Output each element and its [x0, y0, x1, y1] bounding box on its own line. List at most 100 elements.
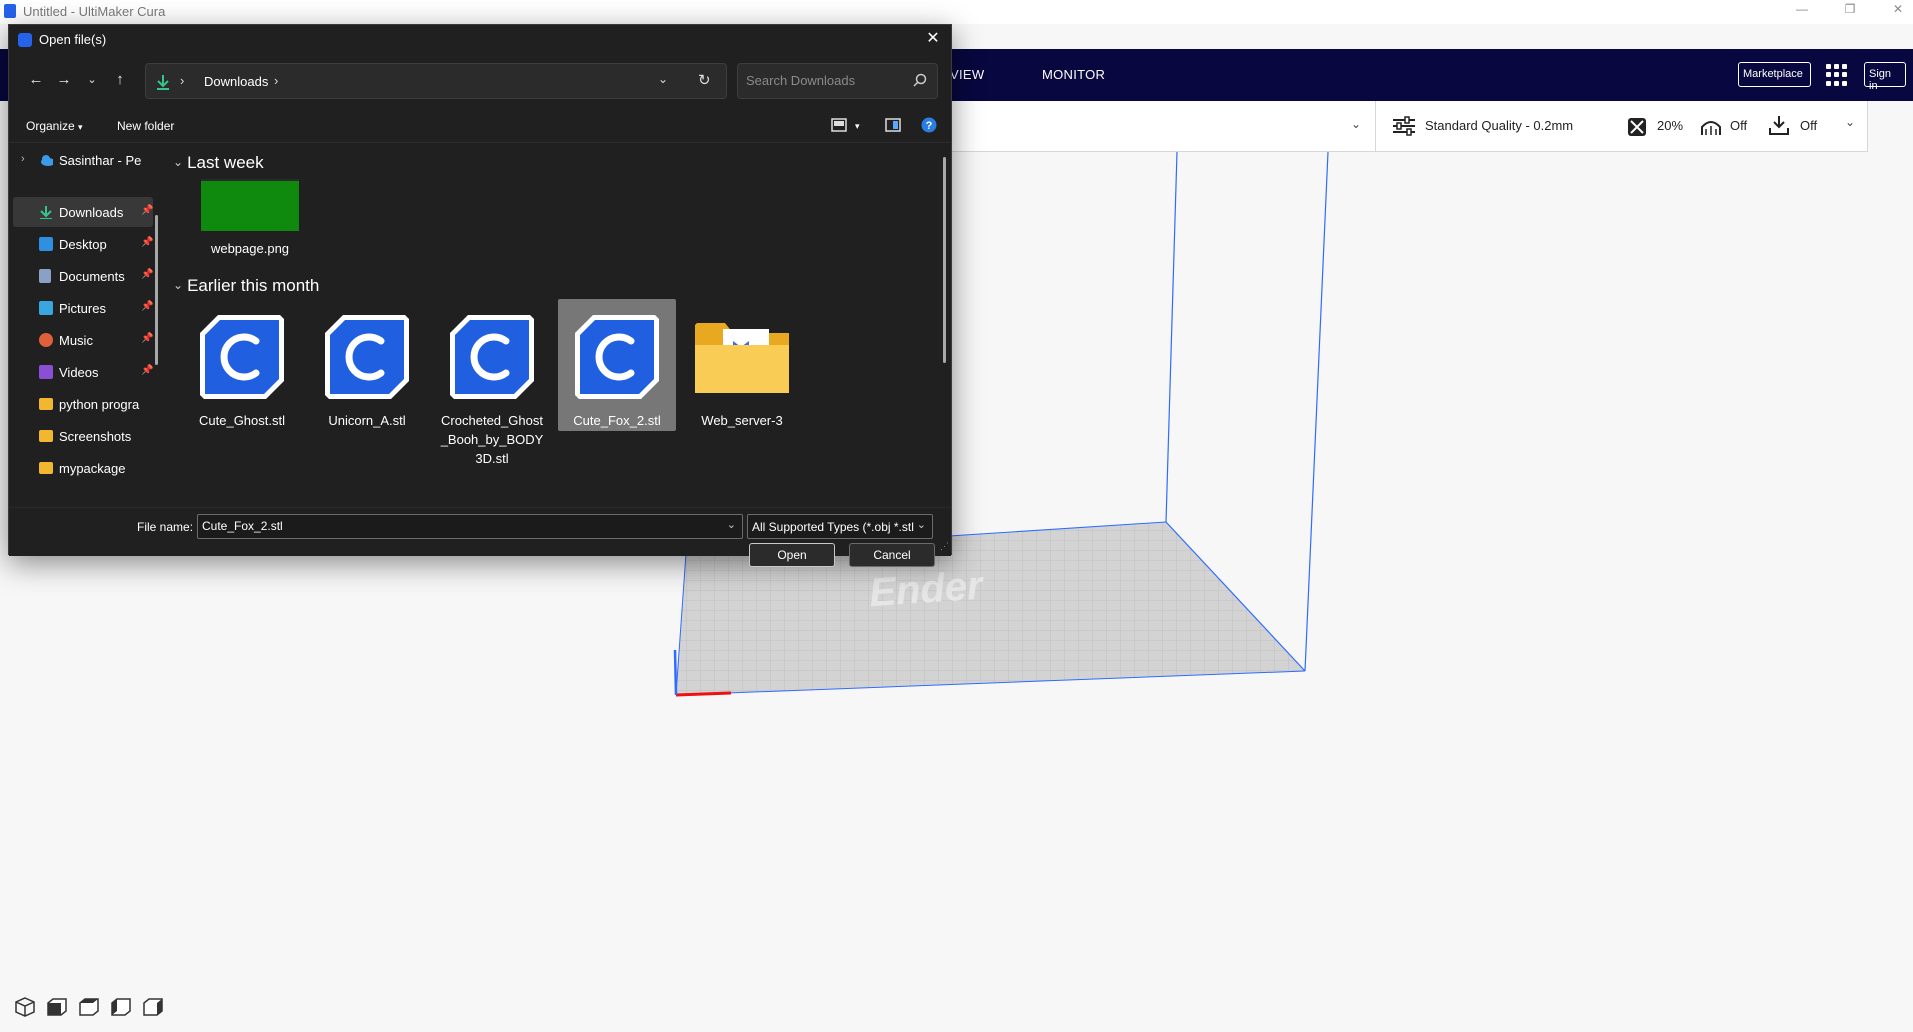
recent-locations-chevron-icon[interactable]: ⌄: [81, 69, 103, 91]
desktop-icon: [39, 237, 53, 251]
open-file-dialog: Open file(s) ✕ ← → ⌄ ↑ › Downloads › ⌄ ↻…: [8, 24, 952, 567]
pin-icon[interactable]: 📌: [141, 269, 153, 280]
profile-label[interactable]: Standard Quality - 0.2mm: [1425, 118, 1573, 133]
pin-icon[interactable]: 📌: [141, 301, 153, 312]
printer-dropdown-chevron-icon[interactable]: ⌄: [1351, 117, 1361, 131]
onedrive-icon: [41, 155, 53, 166]
nav-item-downloads[interactable]: Downloads 📌: [13, 197, 153, 227]
forward-arrow-icon[interactable]: →: [53, 69, 75, 91]
file-type-chevron-icon[interactable]: ⌄: [917, 518, 926, 531]
cura-file-icon: [325, 315, 409, 399]
pin-icon[interactable]: 📌: [141, 333, 153, 344]
search-box[interactable]: [737, 63, 938, 99]
nav-item-python-programs[interactable]: python progra: [13, 389, 153, 419]
file-crocheted-ghost[interactable]: Crocheted_Ghost _Booh_by_BODY 3D.stl: [433, 305, 551, 468]
group-header-earlier-this-month[interactable]: ⌄ Earlier this month: [173, 276, 319, 296]
signin-button[interactable]: Sign in: [1864, 62, 1906, 92]
file-list-scrollbar[interactable]: [943, 157, 946, 363]
up-arrow-icon[interactable]: ↑: [109, 69, 131, 91]
folder-web-server-3[interactable]: Web_server-3: [683, 305, 801, 430]
print-settings-bar[interactable]: ⌄ Standard Quality - 0.2mm 20% Off Off ⌄: [950, 101, 1868, 152]
videos-icon: [39, 365, 53, 379]
breadcrumb-separator-icon[interactable]: ›: [274, 73, 278, 88]
infill-icon: [1628, 118, 1646, 136]
folder-icon: [39, 398, 53, 410]
file-cute-ghost[interactable]: Cute_Ghost.stl: [183, 305, 301, 430]
preview-pane-icon[interactable]: [885, 118, 901, 132]
help-icon[interactable]: ?: [921, 117, 937, 133]
navigation-pane: › Sasinthar - Pe Downloads 📌 Desktop 📌 D…: [9, 143, 157, 507]
pin-icon[interactable]: 📌: [141, 205, 153, 216]
adhesion-value[interactable]: Off: [1800, 118, 1817, 133]
file-cute-fox-2[interactable]: Cute_Fox_2.stl: [558, 299, 676, 431]
view-top-icon[interactable]: [78, 996, 100, 1018]
adhesion-icon: [1769, 116, 1789, 135]
minimize-button[interactable]: —: [1792, 2, 1812, 16]
pin-icon[interactable]: 📌: [141, 365, 153, 376]
nav-item-pictures[interactable]: Pictures 📌: [13, 293, 153, 323]
restore-button[interactable]: ❐: [1840, 2, 1860, 16]
dialog-toolbar: Organize ▾ New folder ▾ ?: [9, 109, 951, 143]
file-name-input[interactable]: [202, 519, 702, 533]
cancel-button[interactable]: Cancel: [849, 543, 935, 567]
file-unicorn-a[interactable]: Unicorn_A.stl: [308, 305, 426, 430]
view-front-icon[interactable]: [46, 996, 68, 1018]
support-value[interactable]: Off: [1730, 118, 1747, 133]
settings-expand-chevron-icon[interactable]: ⌄: [1845, 115, 1855, 129]
nav-item-documents[interactable]: Documents 📌: [13, 261, 153, 291]
settings-sliders-icon: [1393, 116, 1415, 136]
expand-chevron-icon[interactable]: ›: [21, 153, 25, 165]
folder-icon: [39, 462, 53, 474]
image-thumbnail: [201, 179, 299, 231]
file-name-history-chevron-icon[interactable]: ⌄: [727, 518, 736, 531]
nav-item-screenshots[interactable]: Screenshots: [13, 421, 153, 451]
cura-small-icon: [18, 33, 32, 47]
close-app-button[interactable]: ✕: [1888, 2, 1908, 16]
address-bar[interactable]: › Downloads › ⌄ ↻: [145, 63, 727, 99]
downloads-icon: [157, 75, 169, 90]
tab-monitor[interactable]: MONITOR: [1042, 67, 1105, 82]
open-button[interactable]: Open: [749, 543, 835, 567]
search-input[interactable]: [746, 73, 906, 88]
apps-grid-icon[interactable]: [1826, 64, 1848, 86]
nav-item-onedrive[interactable]: › Sasinthar - Pe: [13, 145, 153, 175]
file-list-pane: ⌄ Last week webpage.png ⌄ Earlier this mon…: [169, 143, 945, 507]
nav-item-music[interactable]: Music 📌: [13, 325, 153, 355]
app-window-title: Untitled - UltiMaker Cura: [23, 4, 166, 19]
nav-item-desktop[interactable]: Desktop 📌: [13, 229, 153, 259]
file-type-select[interactable]: All Supported Types (*.obj *.stl * ⌄: [747, 514, 933, 539]
view-3d-icon[interactable]: [14, 996, 36, 1018]
view-left-icon[interactable]: [110, 996, 132, 1018]
view-options-icon[interactable]: [831, 118, 847, 132]
music-icon: [39, 333, 53, 347]
nav-item-mypackage[interactable]: mypackage: [13, 453, 153, 483]
refresh-icon[interactable]: ↻: [698, 71, 711, 89]
folder-icon: [39, 430, 53, 442]
file-webpage-png[interactable]: webpage.png: [191, 179, 309, 258]
breadcrumb-separator-icon[interactable]: ›: [180, 73, 184, 88]
marketplace-button[interactable]: Marketplace: [1738, 62, 1811, 87]
close-icon[interactable]: ✕: [921, 28, 945, 52]
view-right-icon[interactable]: [142, 996, 164, 1018]
address-history-chevron-icon[interactable]: ⌄: [658, 72, 668, 86]
back-arrow-icon[interactable]: ←: [25, 69, 47, 91]
plate-logo: Ender: [868, 563, 987, 615]
nav-pane-scrollbar[interactable]: [155, 215, 158, 365]
cura-file-icon: [200, 315, 284, 399]
organize-button[interactable]: Organize ▾: [26, 119, 83, 133]
pin-icon[interactable]: 📌: [141, 237, 153, 248]
file-name-field[interactable]: ⌄: [197, 514, 743, 539]
dialog-titlebar[interactable]: Open file(s) ✕: [9, 25, 951, 55]
infill-value[interactable]: 20%: [1657, 118, 1683, 133]
view-options-chevron-icon[interactable]: ▾: [855, 121, 860, 132]
tab-preview[interactable]: VIEW: [950, 67, 984, 82]
folder-icon: [695, 323, 789, 393]
resize-grip-icon[interactable]: ⋰: [940, 541, 949, 552]
downloads-icon: [40, 206, 52, 219]
app-titlebar: Untitled - UltiMaker Cura — ❐ ✕: [0, 0, 1913, 24]
cura-file-icon: [450, 315, 534, 399]
group-header-last-week[interactable]: ⌄ Last week: [173, 153, 264, 173]
nav-item-videos[interactable]: Videos 📌: [13, 357, 153, 387]
new-folder-button[interactable]: New folder: [117, 119, 174, 133]
breadcrumb-downloads[interactable]: Downloads: [204, 74, 268, 89]
